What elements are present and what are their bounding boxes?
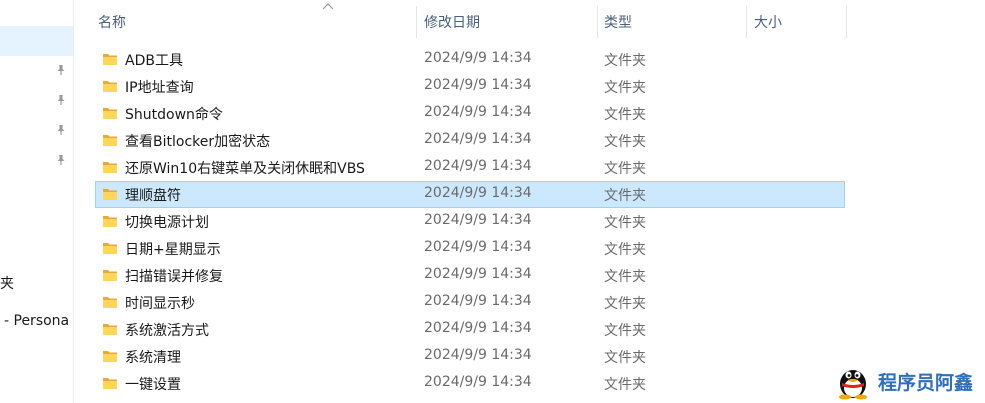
file-name: 系统激活方式 [125, 323, 209, 339]
folder-icon [103, 189, 117, 200]
file-type: 文件夹 [604, 242, 646, 258]
file-row[interactable]: 还原Win10右键菜单及关闭休眠和VBS 2024/9/9 14:34 文件夹 [95, 154, 845, 181]
file-name: 一键设置 [125, 377, 181, 393]
folder-icon [103, 351, 117, 362]
file-modified-date: 2024/9/9 14:34 [424, 320, 532, 336]
column-divider[interactable] [416, 6, 417, 38]
file-name: 系统清理 [125, 350, 181, 366]
file-modified-date: 2024/9/9 14:34 [424, 131, 532, 147]
folder-icon [103, 162, 117, 173]
file-name: 还原Win10右键菜单及关闭休眠和VBS [125, 161, 365, 177]
file-modified-date: 2024/9/9 14:34 [424, 212, 532, 228]
file-type: 文件夹 [604, 215, 646, 231]
navigation-pane: 夹 - Persona [0, 0, 73, 403]
file-modified-date: 2024/9/9 14:34 [424, 374, 532, 390]
file-row[interactable]: 理顺盘符 2024/9/9 14:34 文件夹 [95, 181, 845, 208]
file-name: 日期+星期显示 [125, 242, 221, 258]
file-type: 文件夹 [604, 377, 646, 393]
folder-icon [103, 135, 117, 146]
column-divider[interactable] [846, 6, 847, 38]
file-type: 文件夹 [604, 134, 646, 150]
folder-icon [103, 81, 117, 92]
column-divider[interactable] [597, 6, 598, 38]
folder-icon [103, 297, 117, 308]
folder-icon [103, 324, 117, 335]
file-modified-date: 2024/9/9 14:34 [424, 104, 532, 120]
pin-icon[interactable] [55, 154, 67, 166]
penguin-icon [839, 370, 867, 400]
file-row[interactable]: 切换电源计划 2024/9/9 14:34 文件夹 [95, 208, 845, 235]
column-header-bar: 名称 修改日期 类型 大小 [74, 0, 985, 40]
file-row[interactable]: Shutdown命令 2024/9/9 14:34 文件夹 [95, 100, 845, 127]
file-row[interactable]: 查看Bitlocker加密状态 2024/9/9 14:34 文件夹 [95, 127, 845, 154]
watermark: 程序员阿鑫 [832, 360, 982, 400]
column-header-type[interactable]: 类型 [604, 12, 632, 32]
file-type: 文件夹 [604, 350, 646, 366]
pane-divider [73, 0, 74, 403]
nav-item-selected[interactable] [0, 26, 73, 56]
file-row[interactable]: IP地址查询 2024/9/9 14:34 文件夹 [95, 73, 845, 100]
file-type: 文件夹 [604, 269, 646, 285]
watermark-text: 程序员阿鑫 [878, 372, 974, 394]
column-header-size[interactable]: 大小 [754, 12, 782, 32]
file-modified-date: 2024/9/9 14:34 [424, 239, 532, 255]
file-type: 文件夹 [604, 80, 646, 96]
folder-icon [103, 243, 117, 254]
file-modified-date: 2024/9/9 14:34 [424, 266, 532, 282]
file-modified-date: 2024/9/9 14:34 [424, 185, 532, 201]
file-name: 扫描错误并修复 [125, 269, 223, 285]
file-modified-date: 2024/9/9 14:34 [424, 158, 532, 174]
column-header-name[interactable]: 名称 [98, 12, 126, 32]
file-row[interactable]: 系统清理 2024/9/9 14:34 文件夹 [95, 343, 845, 370]
pin-icon[interactable] [55, 64, 67, 76]
file-name: ADB工具 [125, 53, 183, 69]
file-type: 文件夹 [604, 107, 646, 123]
file-type: 文件夹 [604, 53, 646, 69]
file-type: 文件夹 [604, 161, 646, 177]
file-name: Shutdown命令 [125, 107, 223, 123]
file-name: 查看Bitlocker加密状态 [125, 134, 271, 150]
file-row[interactable]: 系统激活方式 2024/9/9 14:34 文件夹 [95, 316, 845, 343]
pin-icon[interactable] [55, 94, 67, 106]
folder-icon [103, 54, 117, 65]
column-divider[interactable] [746, 6, 747, 38]
folder-icon [103, 108, 117, 119]
folder-icon [103, 216, 117, 227]
folder-icon [103, 378, 117, 389]
file-type: 文件夹 [604, 188, 646, 204]
sort-ascending-icon [322, 3, 334, 10]
file-modified-date: 2024/9/9 14:34 [424, 293, 532, 309]
file-name: IP地址查询 [125, 80, 194, 96]
file-row[interactable]: 一键设置 2024/9/9 14:34 文件夹 [95, 370, 845, 397]
file-modified-date: 2024/9/9 14:34 [424, 347, 532, 363]
file-name: 切换电源计划 [125, 215, 209, 231]
file-row[interactable]: 扫描错误并修复 2024/9/9 14:34 文件夹 [95, 262, 845, 289]
column-header-modified[interactable]: 修改日期 [424, 12, 480, 32]
pin-icon[interactable] [55, 124, 67, 136]
file-row[interactable]: ADB工具 2024/9/9 14:34 文件夹 [95, 46, 845, 73]
nav-item-label[interactable]: 夹 [0, 273, 14, 293]
file-modified-date: 2024/9/9 14:34 [424, 77, 532, 93]
file-name: 时间显示秒 [125, 296, 195, 312]
file-modified-date: 2024/9/9 14:34 [424, 50, 532, 66]
file-row[interactable]: 时间显示秒 2024/9/9 14:34 文件夹 [95, 289, 845, 316]
file-row[interactable]: 日期+星期显示 2024/9/9 14:34 文件夹 [95, 235, 845, 262]
file-name: 理顺盘符 [125, 188, 181, 204]
folder-icon [103, 270, 117, 281]
file-type: 文件夹 [604, 296, 646, 312]
file-type: 文件夹 [604, 323, 646, 339]
nav-item-label[interactable]: - Persona [4, 313, 69, 329]
file-list: ADB工具 2024/9/9 14:34 文件夹 IP地址查询 2024/9/9 14:… [95, 46, 845, 397]
